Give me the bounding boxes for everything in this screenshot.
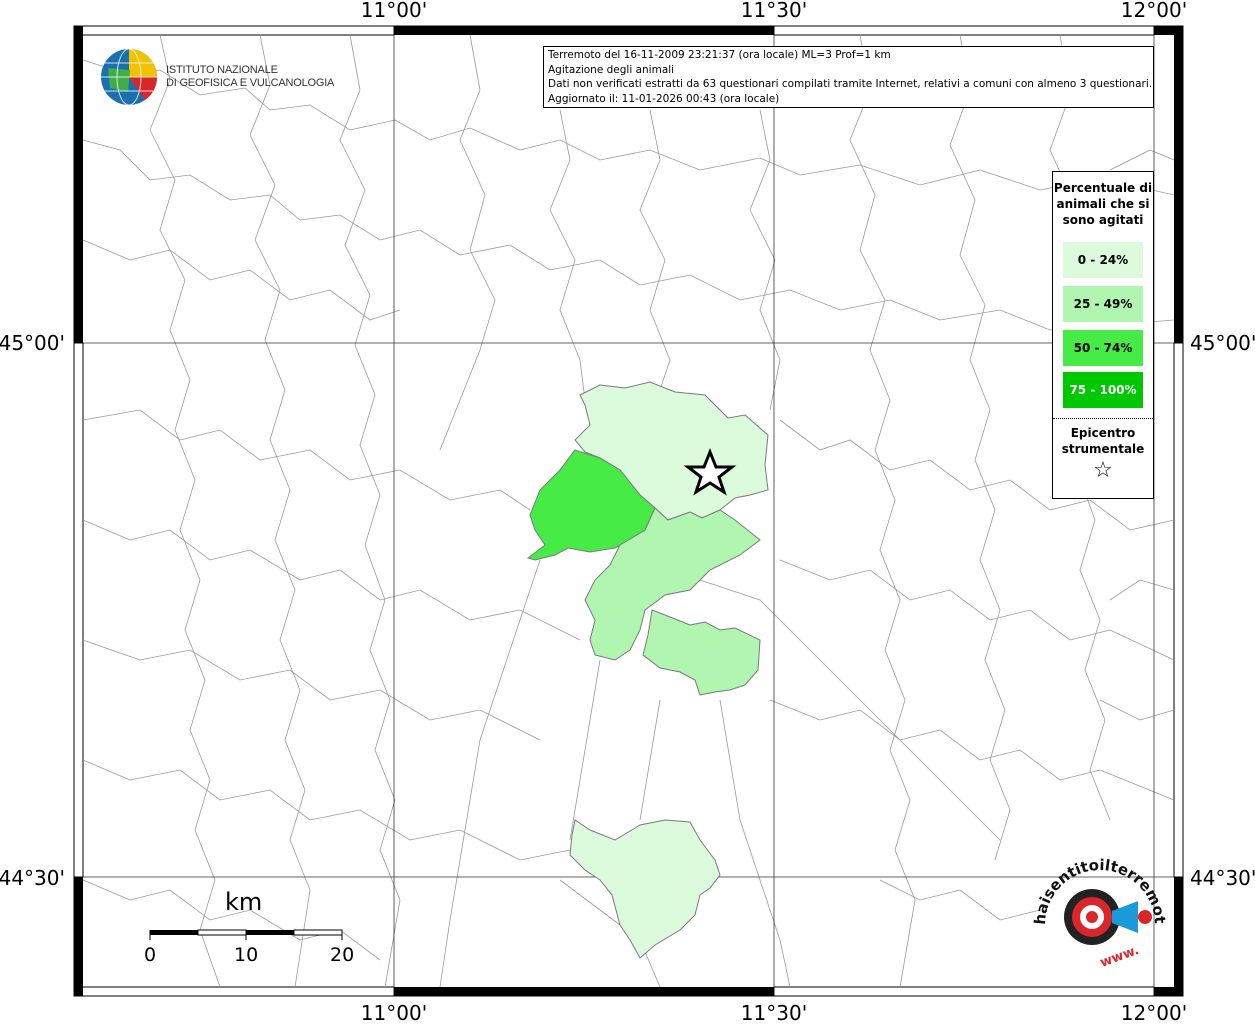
event-info-box: Terremoto del 16-11-2009 23:21:37 (ora l… bbox=[543, 46, 1154, 108]
globe-icon bbox=[101, 48, 157, 106]
ingv-logo: ISTITUTO NAZIONALE DI GEOFISICA E VULCAN… bbox=[100, 48, 334, 106]
legend-star-icon: ☆ bbox=[1093, 458, 1113, 483]
legend-class-2: 50 - 74% bbox=[1063, 330, 1143, 366]
scale-bar: km 0 10 20 bbox=[140, 888, 360, 978]
logo-line2: DI GEOFISICA E VULCANOLOGIA bbox=[166, 77, 335, 89]
lon-top-2: 11°30' bbox=[741, 0, 807, 22]
lat-left-2: 44°30' bbox=[0, 866, 65, 890]
info-line4: Aggiornato il: 11-01-2026 00:43 (ora loc… bbox=[548, 92, 780, 105]
lat-left-1: 45°00' bbox=[0, 331, 65, 355]
haisentito-url-text: www. bbox=[1098, 943, 1141, 971]
legend-class-0: 0 - 24% bbox=[1063, 242, 1143, 278]
lon-bottom-2: 11°30' bbox=[741, 1001, 807, 1024]
info-line1: Terremoto del 16-11-2009 23:21:37 (ora l… bbox=[548, 49, 891, 61]
lon-bottom-1: 11°00' bbox=[361, 1001, 427, 1024]
legend-class-1: 25 - 49% bbox=[1063, 286, 1143, 322]
lat-right-1: 45°00' bbox=[1190, 331, 1255, 355]
legend-title: Percentuale di animali che si sono agita… bbox=[1053, 181, 1153, 227]
info-line3: Dati non verificati estratti da 63 quest… bbox=[548, 78, 1153, 90]
scale-tick-10: 10 bbox=[234, 944, 259, 966]
scale-tick-20: 20 bbox=[330, 944, 355, 966]
haisentito-logo: haisentitoilterremoto.it www. bbox=[1030, 855, 1169, 971]
lon-top-1: 11°00' bbox=[361, 0, 427, 22]
legend-class-3: 75 - 100% bbox=[1063, 372, 1143, 408]
lon-top-3: 12°00' bbox=[1121, 0, 1187, 22]
info-line2: Agitazione degli animali bbox=[548, 63, 675, 76]
legend: Percentuale di animali che si sono agita… bbox=[1052, 171, 1154, 499]
scale-tick-0: 0 bbox=[144, 944, 157, 966]
scale-unit: km bbox=[225, 888, 263, 916]
logo-line1: ISTITUTO NAZIONALE bbox=[166, 64, 278, 76]
lat-right-2: 44°30' bbox=[1190, 866, 1255, 890]
legend-epicenter-label: Epicentro strumentale bbox=[1061, 426, 1145, 456]
lon-bottom-3: 12°00' bbox=[1121, 1001, 1187, 1024]
